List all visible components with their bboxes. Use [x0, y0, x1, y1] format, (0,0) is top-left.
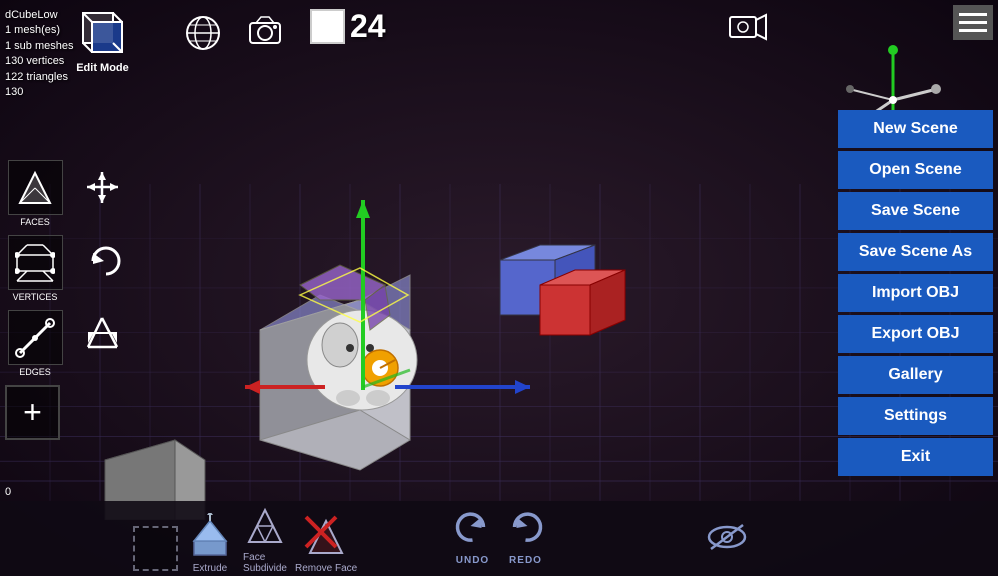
coordinate-display: 0 [5, 486, 11, 498]
remove-face-tool[interactable]: Remove Face [295, 512, 357, 574]
undo-icon [454, 508, 492, 555]
extrude-label: Extrude [193, 563, 227, 574]
frame-counter: 24 [310, 8, 386, 45]
selection-tool[interactable] [130, 523, 180, 574]
face-subdivide-label: Face Subdivide [243, 552, 287, 574]
visibility-toggle-button[interactable] [706, 521, 748, 561]
rotate-tool[interactable] [85, 240, 127, 292]
export-obj-button[interactable]: Export OBJ [838, 315, 993, 353]
faces-icon [8, 160, 63, 215]
camera-icon[interactable] [248, 15, 282, 53]
redo-button[interactable]: REDO [507, 508, 545, 566]
edges-icon [8, 310, 63, 365]
vertices-label: VERTICES [13, 292, 58, 302]
import-obj-button[interactable]: Import OBJ [838, 274, 993, 312]
remove-face-icon [301, 512, 351, 562]
scale-tool[interactable] [85, 315, 120, 357]
gallery-button[interactable]: Gallery [838, 356, 993, 394]
save-scene-button[interactable]: Save Scene [838, 192, 993, 230]
vertices-icon [8, 235, 63, 290]
selection-icon [130, 523, 180, 573]
frame-box [310, 9, 345, 44]
right-menu: New Scene Open Scene Save Scene Save Sce… [838, 110, 993, 476]
edit-mode-cube-icon [75, 5, 130, 60]
faces-tool[interactable]: FACES [5, 160, 65, 227]
redo-label: REDO [509, 555, 542, 566]
left-toolbar: FACES VERTICES [5, 160, 65, 377]
face-subdivide-tool[interactable]: Face Subdivide [240, 501, 290, 574]
submesh-count: 1 sub meshes [5, 39, 73, 54]
extrude-tool[interactable]: Extrude [185, 512, 235, 574]
undo-redo-area: UNDO REDO [454, 508, 545, 566]
face-subdivide-icon [240, 501, 290, 551]
scene-objects [100, 100, 830, 520]
exit-button[interactable]: Exit [838, 438, 993, 476]
extrude-icon [185, 512, 235, 562]
open-scene-button[interactable]: Open Scene [838, 151, 993, 189]
video-camera-icon[interactable] [728, 12, 768, 50]
add-object-button[interactable]: + [5, 385, 60, 440]
save-scene-as-button[interactable]: Save Scene As [838, 233, 993, 271]
undo-button[interactable]: UNDO [454, 508, 492, 566]
redo-icon [507, 508, 545, 555]
remove-face-label: Remove Face [295, 563, 357, 574]
globe-icon[interactable] [185, 15, 221, 60]
move-tool[interactable] [85, 170, 120, 212]
new-scene-button[interactable]: New Scene [838, 110, 993, 148]
undo-label: UNDO [456, 555, 489, 566]
scene-info: dCubeLow 1 mesh(es) 1 sub meshes 130 ver… [5, 8, 73, 100]
bottom-tools-bar: Extrude Face Subdivide Remove Face [130, 501, 357, 574]
faces-label: FACES [20, 217, 50, 227]
vertices-tool[interactable]: VERTICES [5, 235, 65, 302]
hamburger-line-2 [959, 21, 987, 24]
edges-tool[interactable]: EDGES [5, 310, 65, 377]
hamburger-line-1 [959, 13, 987, 16]
frame-number: 24 [350, 8, 386, 45]
edges-label: EDGES [19, 367, 51, 377]
hamburger-menu-button[interactable] [953, 5, 993, 40]
triangle-count: 122 triangles [5, 70, 73, 85]
edit-mode-label: Edit Mode [76, 62, 129, 74]
mesh-name: dCubeLow [5, 8, 73, 23]
vertex-count: 130 vertices [5, 54, 73, 69]
settings-button[interactable]: Settings [838, 397, 993, 435]
mesh-count: 1 mesh(es) [5, 23, 73, 38]
extra-count: 130 [5, 85, 73, 100]
hamburger-line-3 [959, 29, 987, 32]
edit-mode-section: Edit Mode [75, 5, 130, 74]
